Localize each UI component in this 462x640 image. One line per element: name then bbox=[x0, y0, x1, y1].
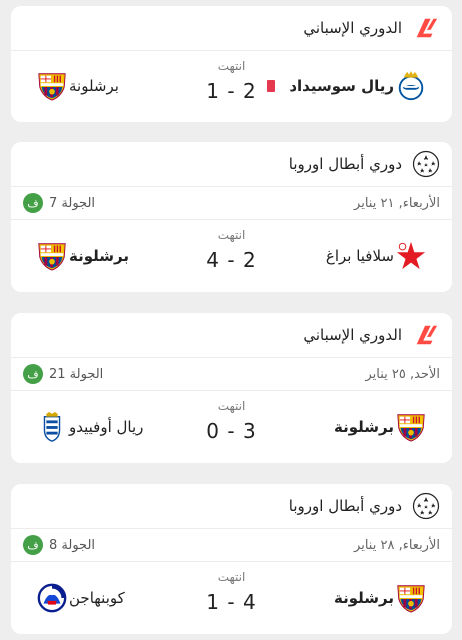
copenhagen-crest-icon bbox=[35, 581, 69, 615]
match-meta: الأربعاء, ٢٨ يناير ف الجولة 8 bbox=[11, 529, 452, 562]
match-score: 1 - 4 bbox=[206, 590, 257, 614]
round-info: ف الجولة 21 bbox=[23, 364, 103, 384]
home-team-name: سلافيا براغ bbox=[325, 247, 394, 265]
match-status: انتهت bbox=[217, 228, 246, 242]
away-team-name: ريال أوفييدو bbox=[69, 418, 144, 436]
match-card[interactable]: دوري أبطال اوروبا الأربعاء, ٢١ يناير ف ا… bbox=[11, 142, 452, 292]
home-team-name: ريال سوسيداد bbox=[289, 77, 394, 95]
home-team: سلافيا براغ bbox=[326, 220, 438, 292]
round-label: الجولة 7 bbox=[49, 195, 96, 211]
match-row[interactable]: سلافيا براغ انتهت 4 - 2 برشلونة bbox=[11, 220, 452, 292]
competition-name: دوري أبطال اوروبا bbox=[288, 155, 402, 173]
match-card[interactable]: الدوري الإسباني ريال سوسيداد انتهت 1 - 2… bbox=[11, 6, 452, 122]
match-card[interactable]: الدوري الإسباني الأحد, ٢٥ يناير ف الجولة… bbox=[11, 313, 452, 463]
matches-feed: الدوري الإسباني ريال سوسيداد انتهت 1 - 2… bbox=[0, 0, 462, 640]
round-info: ف الجولة 7 bbox=[23, 193, 95, 213]
match-center: انتهت 4 - 2 bbox=[187, 228, 277, 272]
match-status: انتهت bbox=[217, 399, 246, 413]
match-status: انتهت bbox=[217, 59, 246, 73]
match-center: انتهت 1 - 4 bbox=[187, 570, 277, 614]
competition-header[interactable]: دوري أبطال اوروبا bbox=[11, 484, 452, 529]
barcelona-crest-icon bbox=[394, 581, 428, 615]
slavia-prague-crest-icon bbox=[394, 239, 428, 273]
match-center: انتهت 0 - 3 bbox=[187, 399, 277, 443]
competition-name: الدوري الإسباني bbox=[303, 326, 402, 344]
match-score: 4 - 2 bbox=[206, 248, 257, 272]
match-row[interactable]: برشلونة انتهت 0 - 3 ريال أوفييدو bbox=[11, 391, 452, 463]
match-status: انتهت bbox=[217, 570, 246, 584]
champions-league-logo-icon bbox=[412, 150, 440, 178]
match-score: 0 - 3 bbox=[206, 419, 257, 443]
home-team-name: برشلونة bbox=[334, 589, 394, 607]
away-team-name: كوبنهاجن bbox=[69, 589, 125, 607]
real-oviedo-crest-icon bbox=[35, 410, 69, 444]
match-meta: الأحد, ٢٥ يناير ف الجولة 21 bbox=[11, 358, 452, 391]
finished-badge: ف bbox=[23, 535, 43, 555]
home-team: برشلونة bbox=[334, 562, 438, 634]
away-team-name: برشلونة bbox=[69, 77, 119, 95]
round-label: الجولة 8 bbox=[49, 537, 96, 553]
match-card[interactable]: دوري أبطال اوروبا الأربعاء, ٢٨ يناير ف ا… bbox=[11, 484, 452, 634]
real-sociedad-crest-icon bbox=[394, 69, 428, 103]
match-meta: الأربعاء, ٢١ يناير ف الجولة 7 bbox=[11, 187, 452, 220]
barcelona-crest-icon bbox=[35, 239, 69, 273]
finished-badge: ف bbox=[23, 364, 43, 384]
home-team: برشلونة bbox=[334, 391, 438, 463]
match-date: الأحد, ٢٥ يناير bbox=[365, 366, 440, 382]
champions-league-logo-icon bbox=[412, 492, 440, 520]
away-team: ريال أوفييدو bbox=[25, 391, 143, 463]
round-label: الجولة 21 bbox=[49, 366, 104, 382]
laliga-logo-icon bbox=[412, 321, 440, 349]
barcelona-crest-icon bbox=[394, 410, 428, 444]
home-team: ريال سوسيداد bbox=[267, 51, 438, 121]
away-team: برشلونة bbox=[25, 51, 119, 121]
match-score: 1 - 2 bbox=[206, 79, 257, 103]
match-date: الأربعاء, ٢٨ يناير bbox=[354, 537, 440, 553]
finished-badge: ف bbox=[23, 193, 43, 213]
home-team-name: برشلونة bbox=[334, 418, 394, 436]
barcelona-crest-icon bbox=[35, 69, 69, 103]
competition-header[interactable]: دوري أبطال اوروبا bbox=[11, 142, 452, 187]
away-team-name: برشلونة bbox=[69, 247, 129, 265]
match-row[interactable]: ريال سوسيداد انتهت 1 - 2 برشلونة bbox=[11, 51, 452, 121]
competition-name: الدوري الإسباني bbox=[303, 19, 402, 37]
competition-header[interactable]: الدوري الإسباني bbox=[11, 313, 452, 358]
away-team: برشلونة bbox=[25, 220, 129, 292]
match-center: انتهت 1 - 2 bbox=[187, 59, 277, 103]
match-date: الأربعاء, ٢١ يناير bbox=[354, 195, 440, 211]
round-info: ف الجولة 8 bbox=[23, 535, 95, 555]
competition-header[interactable]: الدوري الإسباني bbox=[11, 6, 452, 51]
away-team: كوبنهاجن bbox=[25, 562, 125, 634]
laliga-logo-icon bbox=[412, 14, 440, 42]
match-row[interactable]: برشلونة انتهت 1 - 4 كوبنهاجن bbox=[11, 562, 452, 634]
competition-name: دوري أبطال اوروبا bbox=[288, 497, 402, 515]
